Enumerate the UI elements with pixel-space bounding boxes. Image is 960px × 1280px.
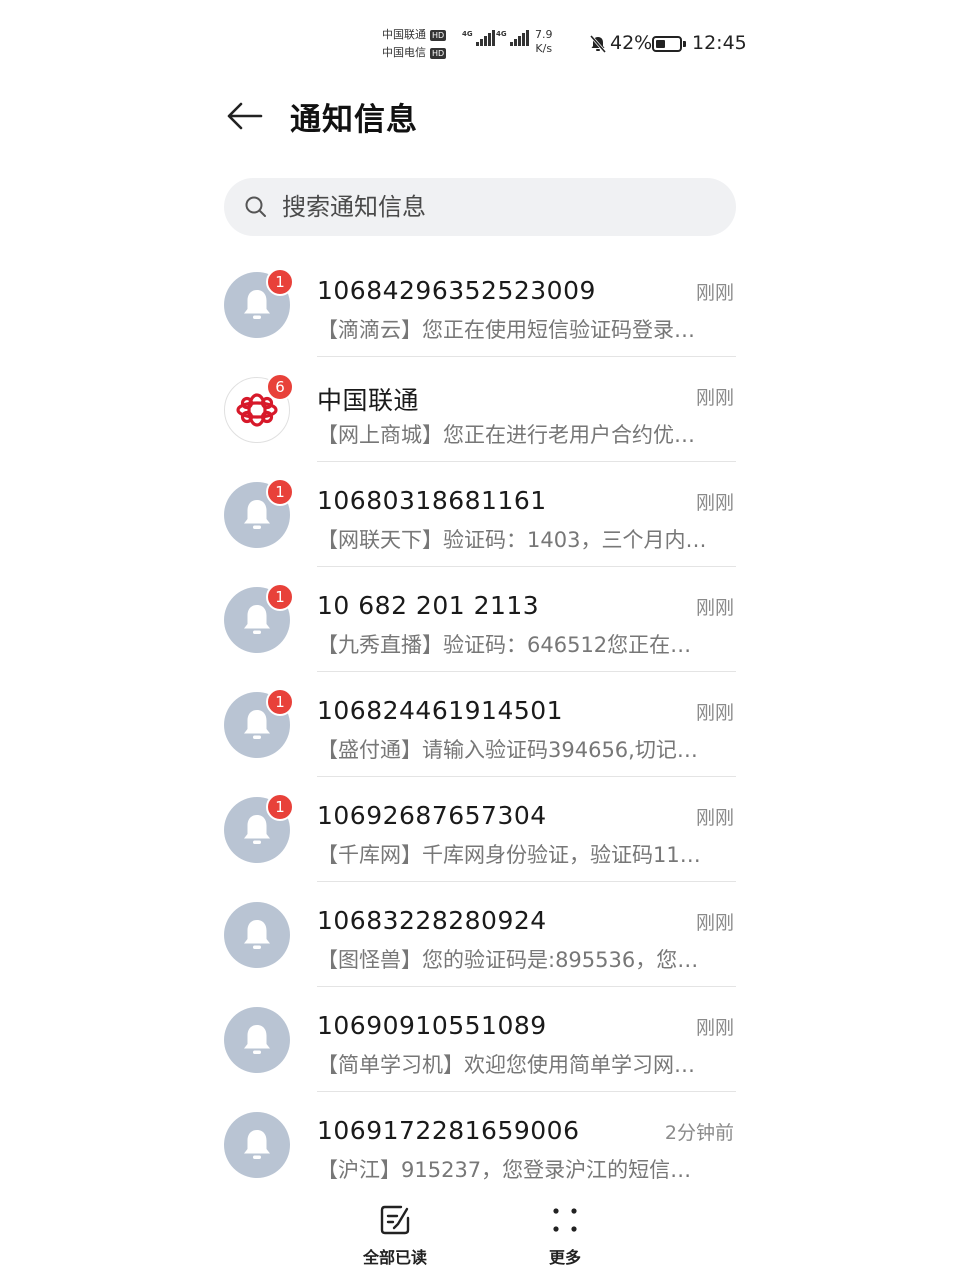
message-item[interactable]: 6 中国联通 刚刚 【网上商城】您正在进行老用户合约优… [0,357,960,462]
bell-off-icon [588,34,608,58]
message-preview: 【网联天下】验证码：1403，三个月内… [317,528,707,552]
signal-icon-2: 4G [496,30,529,46]
message-sender: 10680318681161 [317,486,547,515]
message-item[interactable]: 1069172281659006 2分钟前【沪江】915237，您登录沪江的短信… [0,1092,960,1197]
bell-icon [224,1112,290,1178]
network-speed: 7.9 K/s [535,28,553,56]
clock: 12:45 [692,32,747,54]
battery-percent: 42% [610,32,653,54]
message-preview: 【九秀直播】验证码：646512您正在… [317,633,692,657]
message-time: 刚刚 [695,912,734,934]
message-item[interactable]: 10690910551089 刚刚 【简单学习机】欢迎您使用简单学习网… [0,987,960,1092]
search-icon [245,196,266,217]
message-time: 刚刚 [695,492,734,514]
message-preview: 【千库网】千库网身份验证，验证码11… [317,843,701,867]
message-time: 刚刚 [695,1017,734,1039]
hd-badge-2: HD [430,47,447,59]
speed-unit: K/s [535,42,553,55]
search-bar[interactable] [224,178,736,236]
carrier-info: 中国联通 HD 中国电信 HD [382,26,447,62]
message-time: 刚刚 [695,282,734,304]
speed-value: 7.9 [535,28,553,41]
signal-icon-1: 4G [462,30,495,46]
message-time: 刚刚 [695,807,734,829]
unread-badge: 6 [266,373,294,401]
message-preview: 【简单学习机】欢迎您使用简单学习网… [317,1053,695,1077]
more-label: 更多 [548,1248,581,1267]
message-preview: 【沪江】915237，您登录沪江的短信… [317,1158,692,1182]
mark-read-icon [380,1205,410,1235]
message-sender: 10690910551089 [317,1011,547,1040]
unread-badge: 1 [266,583,294,611]
message-item[interactable]: 1 10680318681161 刚刚【网联天下】验证码：1403，三个月内… [0,462,960,567]
bell-icon [224,1007,290,1073]
unread-badge: 1 [266,793,294,821]
message-item[interactable]: 1 10692687657304 刚刚【千库网】千库网身份验证，验证码11… [0,777,960,882]
bell-icon [224,902,290,968]
unread-badge: 1 [266,478,294,506]
message-time: 刚刚 [695,387,734,409]
message-time: 刚刚 [695,597,734,619]
carrier-name-2: 中国电信 [382,46,426,59]
message-sender: 中国联通 [317,386,420,415]
unread-badge: 1 [266,688,294,716]
unread-badge: 1 [266,268,294,296]
search-input[interactable] [282,193,682,221]
page-title: 通知信息 [290,101,418,138]
arrow-left-icon [227,102,263,130]
more-button[interactable]: 更多 [510,1204,620,1268]
hd-badge-1: HD [430,29,447,41]
message-sender: 10 682 201 2113 [317,591,540,620]
battery-icon [652,36,686,52]
message-sender: 10684296352523009 [317,276,596,305]
screen: 中国联通 HD 中国电信 HD 4G 4G 7.9 K/s 42% 12:45 [0,0,960,1280]
message-preview: 【盛付通】请输入验证码394656,切记… [317,738,698,762]
message-item[interactable]: 1 10684296352523009 刚刚 【滴滴云】您正在使用短信验证码登录… [0,252,960,357]
carrier-name-1: 中国联通 [382,28,426,41]
bottom-action-bar: 全部已读 更多 [0,1198,960,1280]
message-preview: 【网上商城】您正在进行老用户合约优… [317,423,695,447]
message-sender: 106824461914501 [317,696,564,725]
message-item[interactable]: 1 10 682 201 2113 刚刚 【九秀直播】验证码：646512您正在… [0,567,960,672]
back-button[interactable] [222,94,266,138]
header: 通知信息 [222,88,742,144]
more-dots-icon [553,1208,577,1232]
message-sender: 10692687657304 [317,801,547,830]
mark-all-read-label: 全部已读 [362,1248,427,1267]
message-list: 1 10684296352523009 刚刚 【滴滴云】您正在使用短信验证码登录… 6 中… [0,252,960,1197]
message-preview: 【滴滴云】您正在使用短信验证码登录… [317,318,695,342]
message-sender: 1069172281659006 [317,1116,580,1145]
message-time: 2分钟前 [664,1122,734,1144]
mark-all-read-button[interactable]: 全部已读 [340,1204,450,1268]
message-sender: 10683228280924 [317,906,547,935]
message-item[interactable]: 10683228280924 刚刚【图怪兽】您的验证码是:895536，您… [0,882,960,987]
message-preview: 【图怪兽】您的验证码是:895536，您… [317,948,699,972]
message-time: 刚刚 [695,702,734,724]
status-bar: 中国联通 HD 中国电信 HD 4G 4G 7.9 K/s 42% 12:45 [380,24,750,64]
message-item[interactable]: 1 106824461914501 刚刚【盛付通】请输入验证码394656,切记… [0,672,960,777]
